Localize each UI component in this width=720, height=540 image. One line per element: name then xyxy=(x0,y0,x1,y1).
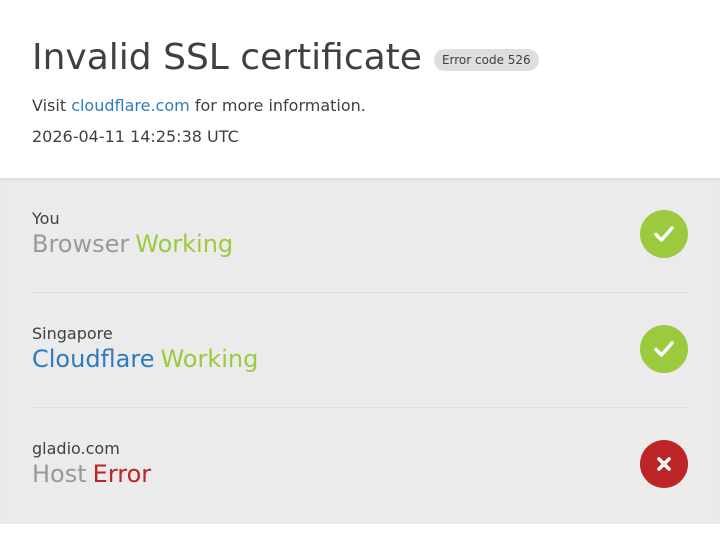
check-icon xyxy=(640,210,688,258)
row-location: gladio.com xyxy=(32,439,120,458)
visit-suffix: for more information. xyxy=(194,96,366,115)
visit-line: Visit cloudflare.com for more informatio… xyxy=(32,95,366,117)
row-location: You xyxy=(32,209,60,228)
page-title: Invalid SSL certificate xyxy=(32,37,422,78)
row-status: Working xyxy=(135,230,234,258)
cloudflare-link[interactable]: cloudflare.com xyxy=(71,96,190,115)
row-service: Host xyxy=(32,460,87,488)
timestamp: 2026-04-11 14:25:38 UTC xyxy=(32,127,239,146)
row-status: Error xyxy=(92,460,152,488)
title-row: Invalid SSL certificate Error code 526 xyxy=(32,36,539,80)
footer-strip xyxy=(0,524,720,540)
check-icon xyxy=(640,325,688,373)
status-panel: You Browser Working Singapore Cloudflare W… xyxy=(0,178,720,524)
status-row-browser: You Browser Working xyxy=(32,178,688,293)
row-service: Cloudflare xyxy=(32,345,155,373)
error-code-badge: Error code 526 xyxy=(433,49,539,71)
row-service-line: Host Error xyxy=(32,459,151,489)
row-status: Working xyxy=(160,345,259,373)
visit-prefix: Visit xyxy=(32,96,67,115)
status-row-host: gladio.com Host Error xyxy=(32,408,688,522)
status-row-cloudflare: Singapore Cloudflare Working xyxy=(32,293,688,408)
row-location: Singapore xyxy=(32,324,113,343)
close-icon xyxy=(640,440,688,488)
error-header: Invalid SSL certificate Error code 526 V… xyxy=(0,0,720,178)
row-service-line: Cloudflare Working xyxy=(32,344,258,374)
row-service-line: Browser Working xyxy=(32,229,233,259)
row-service: Browser xyxy=(32,230,130,258)
